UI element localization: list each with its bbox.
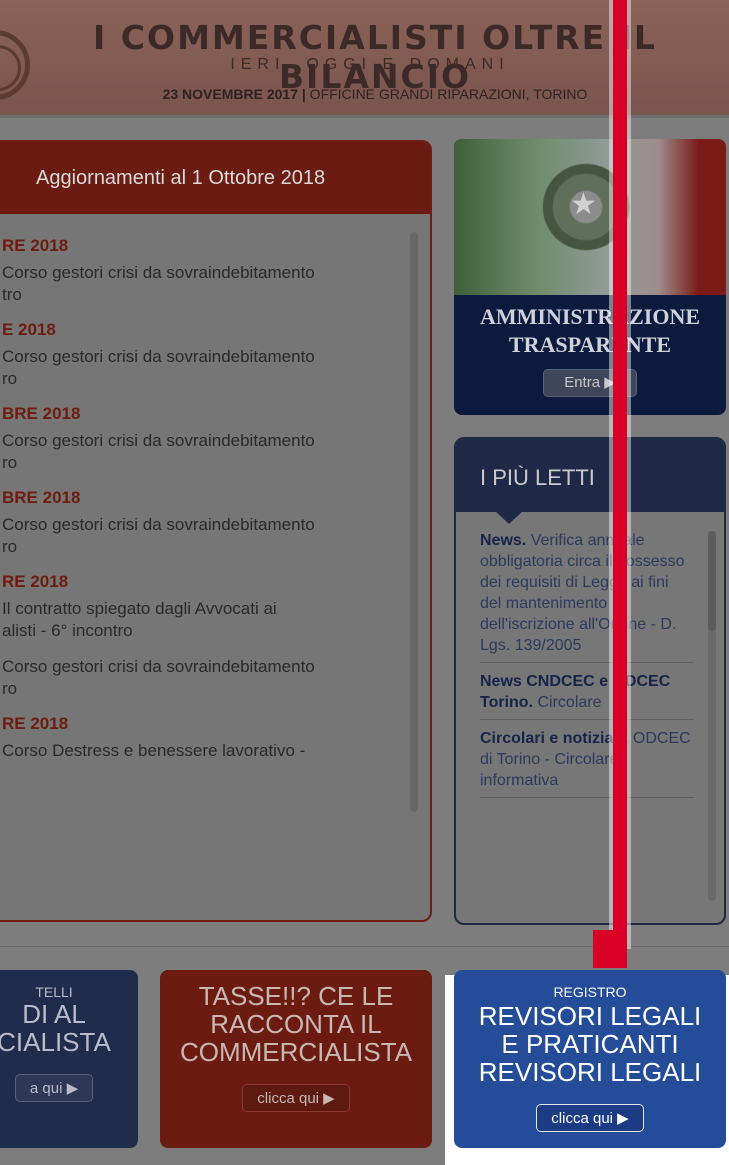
star-icon: ★ xyxy=(570,188,597,221)
news-date: BRE 2018 xyxy=(2,404,81,423)
banner-subtitle: IERI, OGGI E DOMANI xyxy=(230,56,510,73)
tile1-small: TELLI xyxy=(35,984,73,1000)
piu-letti-item[interactable]: Circolari e notiziari. ODCEC di Torino -… xyxy=(480,728,694,798)
piu-letti-list[interactable]: News. Verifica annuale obbligatoria circ… xyxy=(456,512,724,798)
tile-registro-revisori[interactable]: REGISTRO REVISORI LEGALI E PRATICANTI RE… xyxy=(454,970,726,1148)
emblem-icon xyxy=(0,30,30,100)
news-date: RE 2018 xyxy=(2,236,69,255)
news-scrollbar[interactable] xyxy=(410,232,418,812)
news-item-link[interactable]: Corso gestori crisi da sovraindebitament… xyxy=(2,656,430,700)
tile3-button[interactable]: clicca qui ▶ xyxy=(536,1104,644,1132)
piu-letti-header: I PIÙ LETTI xyxy=(456,439,724,512)
banner-date-location: 23 NOVEMBRE 2017 | OFFICINE GRANDI RIPAR… xyxy=(40,86,710,102)
tile2-title: TASSE!!? CE LE RACCONTA IL COMMERCIALIST… xyxy=(179,981,413,1067)
tile1-button[interactable]: a qui ▶ xyxy=(14,1074,94,1102)
amministrazione-trasparente-box[interactable]: ★ AMMINISTRAZIONE TRASPARENTE Entra ▶ xyxy=(454,139,726,415)
piu-letti-item[interactable]: News CNDCEC e ODCEC Torino. Circolare xyxy=(480,671,694,720)
tile3-small: REGISTRO xyxy=(553,984,627,1000)
pointer-marker-line xyxy=(613,0,627,945)
news-header: Aggiornamenti al 1 Ottobre 2018 xyxy=(0,142,430,214)
italian-flag-image: ★ xyxy=(454,139,726,295)
banner-date: 23 NOVEMBRE 2017 | xyxy=(162,86,306,102)
header-pointer-icon xyxy=(494,510,524,524)
news-item-link[interactable]: Corso gestori crisi da sovraindebitament… xyxy=(2,430,430,474)
entra-button-label: Entra xyxy=(564,374,601,391)
piu-letti-item-text: Verifica annuale obbligatoria circa il p… xyxy=(480,532,685,654)
tile-tasse[interactable]: TASSE!!? CE LE RACCONTA IL COMMERCIALIST… xyxy=(160,970,432,1148)
piu-letti-item-text: Circolare xyxy=(533,694,602,711)
tile1-title: DI AL CIALISTA xyxy=(0,999,111,1057)
page: I COMMERCIALISTI OLTRE IL BILANCIO IERI,… xyxy=(0,0,729,1165)
news-item-link[interactable]: Corso gestori crisi da sovraindebitament… xyxy=(2,262,430,306)
piu-letti-box: I PIÙ LETTI News. Verifica annuale obbli… xyxy=(454,437,726,925)
news-item-link[interactable]: Corso gestori crisi da sovraindebitament… xyxy=(2,346,430,390)
piu-letti-scrollbar[interactable] xyxy=(708,531,716,901)
amministrazione-title-line1: AMMINISTRAZIONE xyxy=(479,304,701,329)
piu-letti-item-title: Circolari e notiziari. xyxy=(480,730,629,747)
news-date: RE 2018 xyxy=(2,572,69,591)
amministrazione-title-line2: TRASPARENTE xyxy=(508,332,672,357)
piu-letti-item[interactable]: News. Verifica annuale obbligatoria circ… xyxy=(480,530,694,663)
banner-location: OFFICINE GRANDI RIPARAZIONI, TORINO xyxy=(305,86,588,102)
news-list[interactable]: RE 2018 Corso gestori crisi da sovraindeb… xyxy=(0,214,430,920)
news-date: BRE 2018 xyxy=(2,488,81,507)
news-item-link[interactable]: Corso gestori crisi da sovraindebitament… xyxy=(2,514,430,558)
piu-letti-item-title: News. xyxy=(480,532,527,549)
tile2-button[interactable]: clicca qui ▶ xyxy=(242,1084,350,1112)
tile-cartelli[interactable]: TELLI DI AL CIALISTA a qui ▶ xyxy=(0,970,138,1148)
news-item-link[interactable]: Il contratto spiegato dagli Avvocati ai … xyxy=(2,598,430,642)
pointer-marker-box xyxy=(593,930,627,968)
news-date: E 2018 xyxy=(2,320,56,339)
amministrazione-title: AMMINISTRAZIONE TRASPARENTE xyxy=(454,303,726,359)
news-panel: Aggiornamenti al 1 Ottobre 2018 RE 2018 C… xyxy=(0,140,432,922)
news-date: RE 2018 xyxy=(2,714,69,733)
tile3-title: REVISORI LEGALI E PRATICANTI REVISORI LE… xyxy=(478,1001,702,1087)
news-item-link[interactable]: Corso Destress e benessere lavorativo - xyxy=(2,740,430,762)
